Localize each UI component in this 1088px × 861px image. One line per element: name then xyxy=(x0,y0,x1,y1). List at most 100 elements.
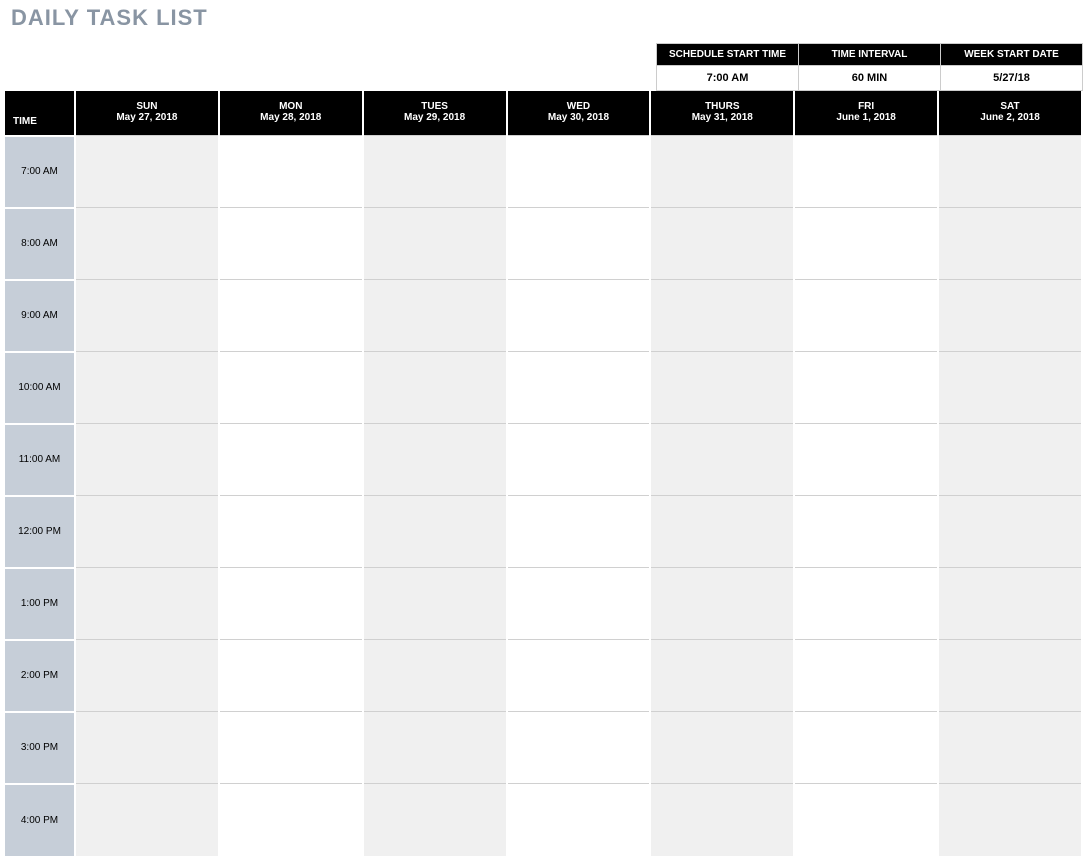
day-abbr: FRI xyxy=(795,91,937,112)
schedule-cell[interactable] xyxy=(794,424,938,496)
schedule-cell[interactable] xyxy=(650,280,794,352)
schedule-cell[interactable] xyxy=(219,568,363,640)
schedule-cell[interactable] xyxy=(938,352,1082,424)
schedule-cell[interactable] xyxy=(938,640,1082,712)
day-date: May 27, 2018 xyxy=(76,112,218,135)
schedule-cell[interactable] xyxy=(363,136,507,208)
day-date: June 1, 2018 xyxy=(795,112,937,135)
page-title: DAILY TASK LIST xyxy=(5,5,1083,31)
schedule-cell[interactable] xyxy=(507,568,651,640)
schedule-cell[interactable] xyxy=(75,568,219,640)
schedule-cell[interactable] xyxy=(938,496,1082,568)
time-cell: 10:00 AM xyxy=(5,352,75,424)
schedule-cell[interactable] xyxy=(363,784,507,856)
schedule-cell[interactable] xyxy=(938,280,1082,352)
schedule-cell[interactable] xyxy=(507,496,651,568)
schedule-cell[interactable] xyxy=(507,280,651,352)
schedule-cell[interactable] xyxy=(794,136,938,208)
schedule-cell[interactable] xyxy=(219,352,363,424)
settings-value-week-start[interactable]: 5/27/18 xyxy=(941,66,1083,91)
schedule-cell[interactable] xyxy=(938,136,1082,208)
schedule-cell[interactable] xyxy=(650,496,794,568)
schedule-cell[interactable] xyxy=(507,352,651,424)
schedule-cell[interactable] xyxy=(363,496,507,568)
schedule-cell[interactable] xyxy=(75,784,219,856)
time-cell: 7:00 AM xyxy=(5,136,75,208)
schedule-cell[interactable] xyxy=(363,568,507,640)
day-header-mon: MON May 28, 2018 xyxy=(219,91,363,136)
schedule-cell[interactable] xyxy=(794,280,938,352)
schedule-cell[interactable] xyxy=(507,640,651,712)
schedule-cell[interactable] xyxy=(650,784,794,856)
schedule-row: 9:00 AM xyxy=(5,280,1082,352)
schedule-cell[interactable] xyxy=(938,208,1082,280)
schedule-row: 4:00 PM xyxy=(5,784,1082,856)
schedule-cell[interactable] xyxy=(507,784,651,856)
time-cell: 12:00 PM xyxy=(5,496,75,568)
schedule-cell[interactable] xyxy=(650,640,794,712)
schedule-cell[interactable] xyxy=(75,208,219,280)
schedule-cell[interactable] xyxy=(794,208,938,280)
schedule-cell[interactable] xyxy=(363,424,507,496)
schedule-cell[interactable] xyxy=(219,424,363,496)
schedule-cell[interactable] xyxy=(650,352,794,424)
schedule-cell[interactable] xyxy=(219,712,363,784)
schedule-cell[interactable] xyxy=(507,712,651,784)
schedule-cell[interactable] xyxy=(938,784,1082,856)
schedule-row: 7:00 AM xyxy=(5,136,1082,208)
schedule-cell[interactable] xyxy=(363,280,507,352)
schedule-cell[interactable] xyxy=(219,496,363,568)
schedule-cell[interactable] xyxy=(650,208,794,280)
schedule-cell[interactable] xyxy=(650,424,794,496)
schedule-cell[interactable] xyxy=(794,496,938,568)
schedule-cell[interactable] xyxy=(219,280,363,352)
day-abbr: SAT xyxy=(939,91,1081,112)
schedule-cell[interactable] xyxy=(363,208,507,280)
schedule-cell[interactable] xyxy=(507,424,651,496)
schedule-cell[interactable] xyxy=(363,712,507,784)
schedule-cell[interactable] xyxy=(507,208,651,280)
settings-table: SCHEDULE START TIME TIME INTERVAL WEEK S… xyxy=(656,43,1083,91)
day-abbr: WED xyxy=(508,91,650,112)
schedule-cell[interactable] xyxy=(75,712,219,784)
schedule-cell[interactable] xyxy=(794,784,938,856)
schedule-cell[interactable] xyxy=(75,136,219,208)
day-date: June 2, 2018 xyxy=(939,112,1081,135)
schedule-row: 8:00 AM xyxy=(5,208,1082,280)
schedule-cell[interactable] xyxy=(75,280,219,352)
settings-value-interval[interactable]: 60 MIN xyxy=(799,66,941,91)
day-header-sun: SUN May 27, 2018 xyxy=(75,91,219,136)
time-cell: 1:00 PM xyxy=(5,568,75,640)
schedule-cell[interactable] xyxy=(650,568,794,640)
schedule-cell[interactable] xyxy=(794,712,938,784)
schedule-cell[interactable] xyxy=(75,352,219,424)
schedule-cell[interactable] xyxy=(794,640,938,712)
schedule-cell[interactable] xyxy=(219,784,363,856)
day-date: May 30, 2018 xyxy=(508,112,650,135)
schedule-cell[interactable] xyxy=(650,136,794,208)
schedule-cell[interactable] xyxy=(363,640,507,712)
time-column-header: TIME xyxy=(5,91,75,136)
time-cell: 3:00 PM xyxy=(5,712,75,784)
schedule-cell[interactable] xyxy=(219,208,363,280)
settings-value-start-time[interactable]: 7:00 AM xyxy=(657,66,799,91)
schedule-cell[interactable] xyxy=(650,712,794,784)
schedule-cell[interactable] xyxy=(75,424,219,496)
schedule-cell[interactable] xyxy=(219,640,363,712)
schedule-cell[interactable] xyxy=(794,352,938,424)
schedule-cell[interactable] xyxy=(938,568,1082,640)
schedule-row: 10:00 AM xyxy=(5,352,1082,424)
schedule-cell[interactable] xyxy=(363,352,507,424)
schedule-row: 12:00 PM xyxy=(5,496,1082,568)
schedule-cell[interactable] xyxy=(938,424,1082,496)
schedule-cell[interactable] xyxy=(938,712,1082,784)
day-abbr: THURS xyxy=(651,91,793,112)
schedule-cell[interactable] xyxy=(507,136,651,208)
schedule-cell[interactable] xyxy=(794,568,938,640)
schedule-cell[interactable] xyxy=(75,640,219,712)
schedule-cell[interactable] xyxy=(75,496,219,568)
day-date: May 29, 2018 xyxy=(364,112,506,135)
day-header-thurs: THURS May 31, 2018 xyxy=(650,91,794,136)
schedule-cell[interactable] xyxy=(219,136,363,208)
settings-header-interval: TIME INTERVAL xyxy=(799,44,941,66)
